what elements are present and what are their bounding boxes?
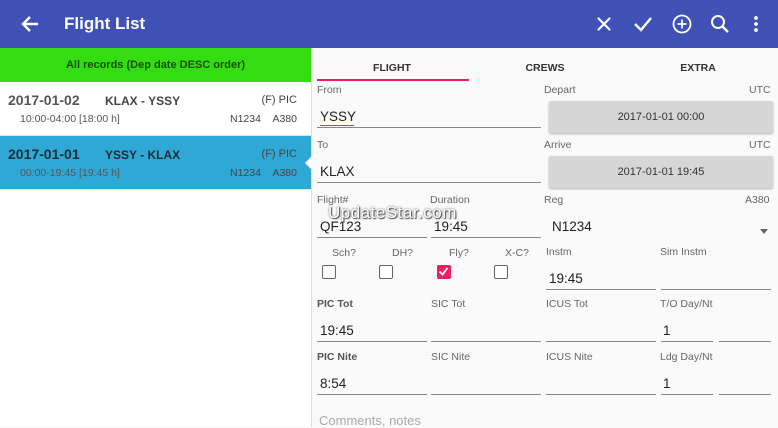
xc-label: X-C? — [505, 247, 529, 259]
from-underline — [317, 127, 541, 128]
sicnite-underline[interactable] — [431, 394, 541, 395]
spell-underline — [320, 125, 354, 126]
sictot-underline[interactable] — [431, 341, 541, 342]
to-field[interactable]: KLAX — [320, 164, 355, 179]
xc-checkbox[interactable] — [494, 265, 508, 279]
ldg-day-underline — [661, 394, 713, 395]
instm-underline — [546, 289, 656, 290]
record-aircraft: A380 — [272, 113, 297, 125]
siminstm-underline[interactable] — [661, 289, 771, 290]
tab-crews[interactable]: CREWS — [470, 62, 620, 74]
record-date: 2017-01-01 — [8, 146, 80, 162]
search-icon[interactable] — [706, 10, 734, 38]
pictot-underline — [317, 341, 427, 342]
instm-field[interactable]: 19:45 — [549, 271, 583, 286]
to-day-underline — [661, 341, 713, 342]
ldg-nt-underline[interactable] — [719, 394, 771, 395]
from-label: From — [317, 84, 342, 96]
sch-checkbox[interactable] — [322, 265, 336, 279]
ldg-day-field[interactable]: 1 — [663, 376, 671, 391]
instm-label: Instm — [546, 246, 572, 258]
reg-select[interactable]: N1234 — [552, 219, 592, 234]
record-aircraft: A380 — [272, 167, 297, 179]
sicnite-label: SIC Nite — [431, 351, 471, 363]
tab-flight[interactable]: FLIGHT — [317, 62, 467, 74]
list-item[interactable]: 2017-01-02 KLAX - YSSY (F) PIC 10:00-04:… — [0, 82, 311, 136]
duration-underline — [431, 237, 541, 238]
sch-label: Sch? — [332, 247, 356, 259]
picnite-field[interactable]: 8:54 — [320, 376, 346, 391]
tab-indicator — [317, 79, 469, 81]
check-icon[interactable] — [629, 10, 657, 38]
depart-tz: UTC — [749, 84, 771, 96]
siminstm-label: Sim Instm — [660, 246, 707, 258]
to-day-field[interactable]: 1 — [663, 323, 671, 338]
to-underline — [317, 182, 541, 183]
pictot-field[interactable]: 19:45 — [320, 323, 354, 338]
record-reg: N1234 — [230, 113, 261, 125]
flight-detail-panel: FLIGHT CREWS EXTRA From YSSY Depart UTC … — [313, 48, 778, 428]
fly-checkbox[interactable] — [437, 265, 451, 279]
more-vert-icon[interactable] — [742, 10, 770, 38]
arrow-back-icon[interactable] — [16, 10, 44, 38]
record-date: 2017-01-02 — [8, 92, 80, 108]
dropdown-arrow-icon[interactable] — [759, 223, 769, 241]
watermark: UpdateStar.com — [328, 203, 457, 222]
app-bar: Flight List — [0, 0, 778, 48]
icustot-underline[interactable] — [546, 341, 656, 342]
icusnite-label: ICUS Nite — [546, 351, 593, 363]
close-icon[interactable] — [590, 10, 618, 38]
icustot-label: ICUS Tot — [546, 298, 588, 310]
depart-datetime-button[interactable]: 2017-01-01 00:00 — [549, 101, 773, 133]
tab-extra[interactable]: EXTRA — [623, 62, 773, 74]
list-banner: All records (Dep date DESC order) — [0, 48, 311, 82]
picnite-label: PIC Nite — [317, 351, 358, 363]
flight-list-panel: All records (Dep date DESC order) 2017-0… — [0, 48, 312, 427]
depart-label: Depart — [544, 84, 576, 96]
record-reg: N1234 — [230, 167, 261, 179]
list-item-selected[interactable]: 2017-01-01 YSSY - KLAX (F) PIC 00:00-19:… — [0, 136, 312, 190]
add-circle-icon[interactable] — [668, 10, 696, 38]
page-title: Flight List — [64, 14, 146, 33]
tab-bar: FLIGHT CREWS EXTRA — [313, 48, 778, 82]
to-label: To — [317, 139, 329, 151]
dh-label: DH? — [392, 247, 414, 259]
sictot-label: SIC Tot — [431, 298, 466, 310]
flightno-underline — [317, 237, 427, 238]
selection-pointer — [305, 156, 312, 170]
arrive-label: Arrive — [544, 139, 572, 151]
record-role: (F) PIC — [261, 94, 297, 106]
from-field[interactable]: YSSY — [320, 109, 356, 124]
record-times: 00:00-19:45 [19:45 h] — [20, 167, 120, 179]
record-route: KLAX - YSSY — [105, 94, 181, 108]
dh-checkbox[interactable] — [379, 265, 393, 279]
to-nt-underline[interactable] — [719, 341, 771, 342]
record-role: (F) PIC — [261, 148, 297, 160]
arrive-tz: UTC — [749, 139, 771, 151]
pictot-label: PIC Tot — [317, 298, 353, 310]
reg-type: A380 — [745, 194, 770, 206]
comments-field[interactable]: Comments, notes — [319, 413, 421, 428]
record-times: 10:00-04:00 [18:00 h] — [20, 113, 120, 125]
icusnite-underline[interactable] — [546, 394, 656, 395]
to-daynt-label: T/O Day/Nt — [660, 298, 713, 310]
fly-label: Fly? — [449, 247, 469, 259]
ldg-daynt-label: Ldg Day/Nt — [660, 351, 713, 363]
picnite-underline — [317, 394, 427, 395]
record-route: YSSY - KLAX — [105, 148, 181, 162]
arrive-datetime-button[interactable]: 2017-01-01 19:45 — [549, 156, 773, 188]
reg-label: Reg — [544, 194, 564, 206]
